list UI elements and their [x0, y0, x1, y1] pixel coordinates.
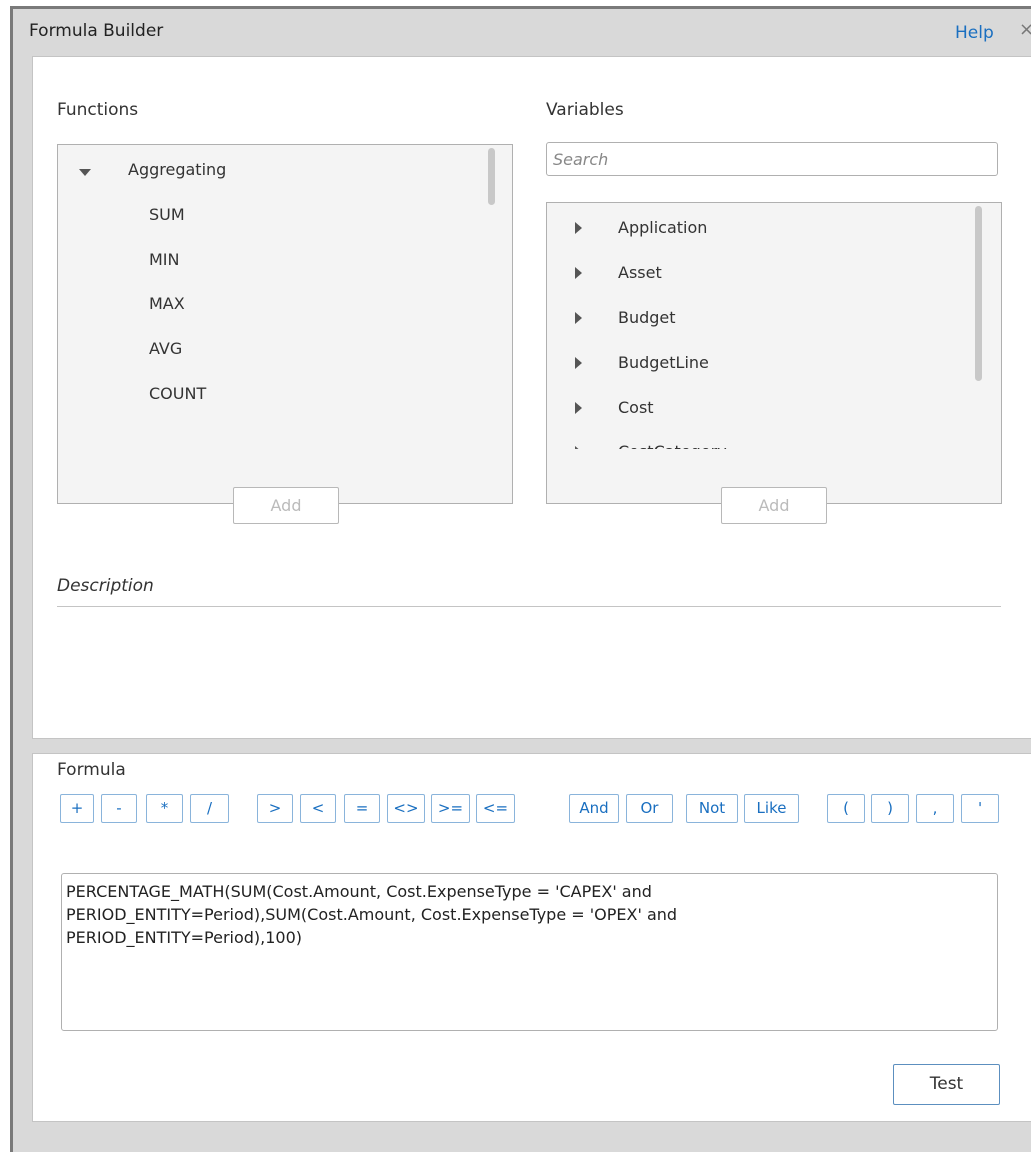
op-not-button[interactable]: Not	[686, 794, 738, 823]
function-item-avg[interactable]: AVG	[149, 338, 182, 360]
chevron-right-icon[interactable]	[575, 312, 582, 324]
formula-label: Formula	[57, 760, 126, 780]
op-greater-equal-button[interactable]: >=	[431, 794, 470, 823]
op-greater-button[interactable]: >	[257, 794, 293, 823]
op-plus-button[interactable]: +	[60, 794, 94, 823]
op-multiply-button[interactable]: *	[146, 794, 183, 823]
variables-label: Variables	[546, 100, 624, 120]
op-comma-button[interactable]: ,	[916, 794, 954, 823]
chevron-right-icon[interactable]	[575, 402, 582, 414]
chevron-right-icon[interactable]	[575, 357, 582, 369]
formula-builder-dialog: Formula Builder Help × Functions Aggrega…	[10, 6, 1031, 1152]
op-open-paren-button[interactable]: (	[827, 794, 865, 823]
variable-item-asset[interactable]: Asset	[618, 262, 662, 284]
variable-item-budgetline[interactable]: BudgetLine	[618, 352, 709, 374]
functions-list[interactable]: Aggregating SUM MIN MAX AVG COUNT	[57, 144, 513, 504]
variable-item-costcategory[interactable]: CostCategory	[618, 441, 727, 449]
function-item-count[interactable]: COUNT	[149, 383, 206, 405]
variables-list[interactable]: Application Asset Budget BudgetLine Cost…	[546, 202, 1002, 504]
add-variable-button[interactable]: Add	[721, 487, 827, 524]
function-item-min[interactable]: MIN	[149, 249, 180, 271]
description-divider	[57, 606, 1001, 607]
op-less-equal-button[interactable]: <=	[476, 794, 515, 823]
variable-item-application[interactable]: Application	[618, 217, 707, 239]
test-button[interactable]: Test	[893, 1064, 1000, 1105]
op-divide-button[interactable]: /	[190, 794, 229, 823]
functions-scrollbar[interactable]	[488, 148, 495, 205]
op-or-button[interactable]: Or	[626, 794, 673, 823]
function-item-max[interactable]: MAX	[149, 293, 185, 315]
function-item-sum[interactable]: SUM	[149, 204, 185, 226]
builder-panel: Functions Aggregating SUM MIN MAX AVG CO…	[32, 56, 1031, 739]
chevron-right-icon[interactable]	[575, 222, 582, 234]
op-and-button[interactable]: And	[569, 794, 619, 823]
dialog-header: Formula Builder Help ×	[13, 9, 1031, 61]
variable-item-budget[interactable]: Budget	[618, 307, 676, 329]
variable-item-clip: CostCategory	[547, 439, 1001, 449]
chevron-right-icon[interactable]	[575, 267, 582, 279]
functions-label: Functions	[57, 100, 139, 120]
op-like-button[interactable]: Like	[744, 794, 799, 823]
chevron-down-icon[interactable]	[79, 169, 91, 176]
dialog-title: Formula Builder	[29, 21, 164, 41]
chevron-right-icon[interactable]	[575, 446, 582, 449]
add-function-button[interactable]: Add	[233, 487, 339, 524]
formula-textarea[interactable]: PERCENTAGE_MATH(SUM(Cost.Amount, Cost.Ex…	[61, 873, 998, 1031]
close-icon[interactable]: ×	[1019, 19, 1031, 40]
variables-scrollbar[interactable]	[975, 206, 982, 381]
op-equal-button[interactable]: =	[344, 794, 380, 823]
function-group-aggregating[interactable]: Aggregating	[128, 159, 226, 181]
formula-panel: Formula + - * / > < = <> >= <= And Or No…	[32, 753, 1031, 1122]
op-minus-button[interactable]: -	[101, 794, 137, 823]
op-quote-button[interactable]: '	[961, 794, 999, 823]
op-less-button[interactable]: <	[300, 794, 336, 823]
variable-item-cost[interactable]: Cost	[618, 397, 654, 419]
variables-search-input[interactable]	[546, 142, 998, 176]
op-close-paren-button[interactable]: )	[871, 794, 909, 823]
op-not-equal-button[interactable]: <>	[387, 794, 425, 823]
help-link[interactable]: Help	[955, 23, 994, 43]
description-label: Description	[57, 576, 154, 596]
